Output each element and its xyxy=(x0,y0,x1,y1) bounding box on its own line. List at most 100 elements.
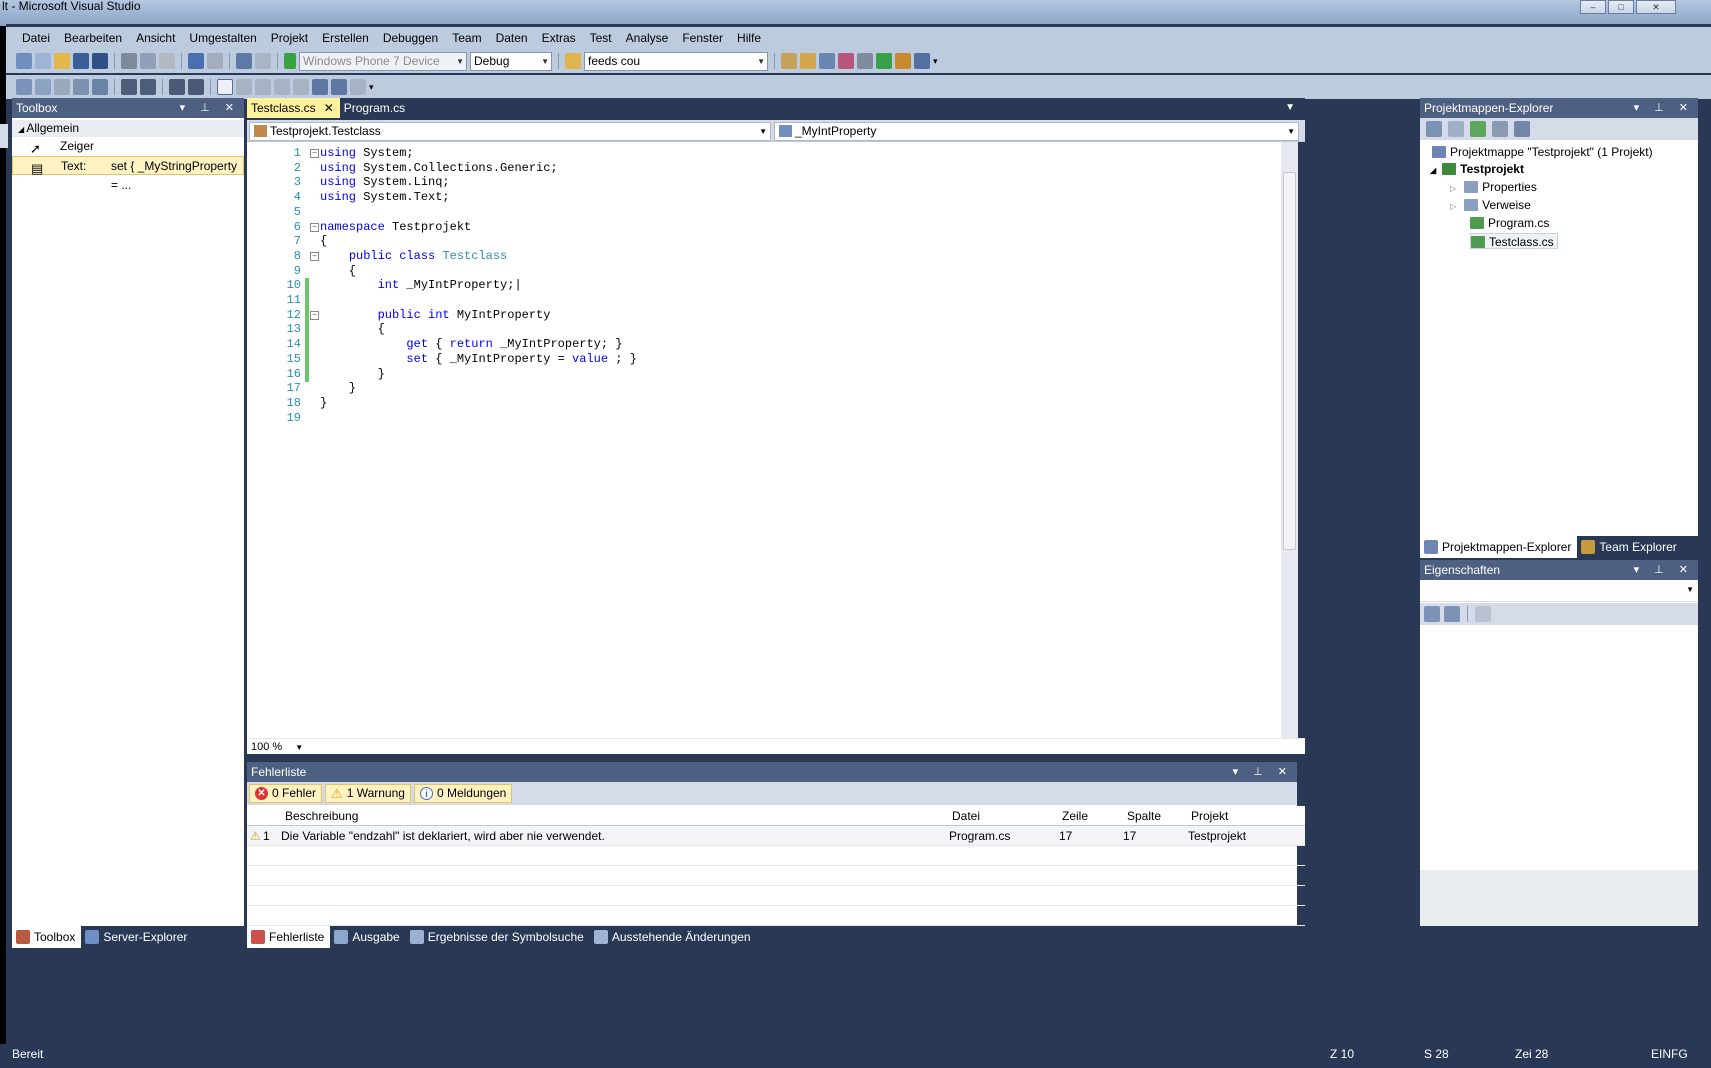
start-page-icon[interactable] xyxy=(895,53,911,69)
doc-tab-program[interactable]: Program.cs xyxy=(340,98,411,118)
toolbox-item-pointer[interactable]: ➚ Zeiger xyxy=(12,137,244,156)
doc-tabs-dropdown-icon[interactable]: ▼ xyxy=(1285,98,1295,118)
add-item-icon[interactable] xyxy=(35,53,51,69)
code-editor[interactable]: 1− using System; 2 using System.Collections… xyxy=(247,142,1287,738)
code-line[interactable]: 13 { xyxy=(247,322,1267,338)
menu-bearbeiten[interactable]: Bearbeiten xyxy=(57,27,129,49)
tree-references[interactable]: ▷ Verweise xyxy=(1450,197,1531,213)
quick-info-icon[interactable] xyxy=(54,79,70,95)
parameter-info-icon[interactable] xyxy=(35,79,51,95)
show-all-files-icon[interactable] xyxy=(1448,121,1464,137)
code-line[interactable]: 12− public int MyIntProperty xyxy=(247,307,1267,323)
zoom-select[interactable]: 100 % ▼ xyxy=(251,739,303,756)
alphabetical-icon[interactable] xyxy=(1444,606,1460,622)
bookmark-prev-doc-icon[interactable] xyxy=(312,79,328,95)
menu-daten[interactable]: Daten xyxy=(489,27,535,49)
member-dropdown[interactable]: _MyIntProperty ▼ xyxy=(774,122,1299,141)
cut-icon[interactable] xyxy=(121,53,137,69)
menu-ansicht[interactable]: Ansicht xyxy=(129,27,182,49)
bookmark-next-folder-icon[interactable] xyxy=(293,79,309,95)
tab-team-explorer[interactable]: Team Explorer xyxy=(1577,536,1682,558)
minimize-button[interactable]: – xyxy=(1580,0,1606,14)
complete-word-icon[interactable] xyxy=(73,79,89,95)
tree-solution-root[interactable]: Projektmappe "Testprojekt" (1 Projekt) xyxy=(1432,144,1653,160)
navigate-forward-icon[interactable] xyxy=(255,53,271,69)
save-icon[interactable] xyxy=(73,53,89,69)
member-list-icon[interactable] xyxy=(16,79,32,95)
menu-projekt[interactable]: Projekt xyxy=(264,27,315,49)
code-line[interactable]: 8− public class Testclass xyxy=(247,249,1267,264)
toolbox-group-allgemein[interactable]: ◢ Allgemein xyxy=(12,120,244,137)
menu-team[interactable]: Team xyxy=(445,27,488,49)
tree-properties[interactable]: ▷ Properties xyxy=(1450,179,1537,195)
tools-icon[interactable] xyxy=(857,53,873,69)
maximize-button[interactable]: □ xyxy=(1608,0,1634,14)
solution-header-buttons[interactable]: ▾ ⊥ ✕ xyxy=(1634,98,1694,118)
menu-debuggen[interactable]: Debuggen xyxy=(376,27,445,49)
refresh-icon[interactable] xyxy=(1470,121,1486,137)
undo-icon[interactable] xyxy=(188,53,204,69)
properties-header-buttons[interactable]: ▾ ⊥ ✕ xyxy=(1634,560,1694,580)
decrease-indent-icon[interactable] xyxy=(121,79,137,95)
view-class-diagram-icon[interactable] xyxy=(1492,121,1508,137)
increase-indent-icon[interactable] xyxy=(140,79,156,95)
comment-icon[interactable] xyxy=(169,79,185,95)
save-all-icon[interactable] xyxy=(92,53,108,69)
bookmark-next-doc-icon[interactable] xyxy=(331,79,347,95)
collapse-icon[interactable]: − xyxy=(310,222,319,232)
menu-extras[interactable]: Extras xyxy=(535,27,583,49)
code-line[interactable]: 15 set { _MyIntProperty = value ; } xyxy=(247,351,1267,367)
display-parameter-icon[interactable] xyxy=(92,79,108,95)
property-pages-icon[interactable] xyxy=(1475,606,1491,622)
menu-fenster[interactable]: Fenster xyxy=(675,27,730,49)
bookmark-clear-icon[interactable] xyxy=(350,79,366,95)
find-combo[interactable]: feeds cou ▼ xyxy=(584,51,768,71)
device-select[interactable]: Windows Phone 7 Device ▼ xyxy=(299,51,467,71)
navigate-icon[interactable] xyxy=(236,53,252,69)
filter-errors-button[interactable]: ✕ 0 Fehler xyxy=(249,784,323,803)
tab-toolbox[interactable]: Toolbox xyxy=(12,926,82,948)
menu-analyse[interactable]: Analyse xyxy=(619,27,676,49)
code-line[interactable]: 2 using System.Collections.Generic; xyxy=(247,161,1267,176)
command-window-icon[interactable] xyxy=(914,53,930,69)
new-project-icon[interactable] xyxy=(16,53,32,69)
collapse-icon[interactable]: − xyxy=(310,310,319,320)
filter-messages-button[interactable]: i0 Meldungen xyxy=(413,784,513,803)
open-folder-icon[interactable] xyxy=(54,53,70,69)
code-line[interactable]: 7{ xyxy=(247,234,1267,249)
extension-manager-icon[interactable] xyxy=(876,53,892,69)
code-line[interactable]: 3 using System.Linq; xyxy=(247,175,1267,190)
code-line[interactable]: 4 using System.Text; xyxy=(247,190,1267,205)
table-row[interactable]: ⚠ 1 Die Variable "endzahl" ist deklarier… xyxy=(247,826,1305,846)
type-dropdown[interactable]: Testprojekt.Testclass ▼ xyxy=(249,122,771,141)
tab-symbol-results[interactable]: Ergebnisse der Symbolsuche xyxy=(406,926,590,948)
solution-explorer-icon[interactable] xyxy=(781,53,797,69)
code-line[interactable]: 18} xyxy=(247,396,1267,411)
config-select[interactable]: Debug ▼ xyxy=(470,51,552,71)
code-line[interactable]: 1− using System; xyxy=(247,146,1267,161)
column-header[interactable]: Zeile xyxy=(1062,806,1088,826)
bookmark-prev-folder-icon[interactable] xyxy=(274,79,290,95)
code-line[interactable]: 11 xyxy=(247,293,1267,308)
menu-umgestalten[interactable]: Umgestalten xyxy=(182,27,263,49)
filter-warnings-button[interactable]: ⚠ 1 Warnung xyxy=(325,784,411,803)
bookmark-prev-icon[interactable] xyxy=(236,79,252,95)
redo-icon[interactable] xyxy=(207,53,223,69)
code-line[interactable]: 9 { xyxy=(247,264,1267,279)
code-line[interactable]: 14 get { return _MyIntProperty; } xyxy=(247,337,1267,353)
copy-icon[interactable] xyxy=(140,53,156,69)
errorlist-header-buttons[interactable]: ▾ ⊥ ✕ xyxy=(1233,762,1293,782)
toolbar-overflow-icon[interactable]: ▾ xyxy=(933,56,938,67)
collapse-icon[interactable]: − xyxy=(310,251,319,261)
properties-icon[interactable] xyxy=(1426,121,1442,137)
find-in-files-icon[interactable] xyxy=(565,53,581,69)
close-tab-icon[interactable]: ✕ xyxy=(324,101,334,115)
view-code-icon[interactable] xyxy=(1514,121,1530,137)
paste-icon[interactable] xyxy=(159,53,175,69)
tab-server-explorer[interactable]: Server-Explorer xyxy=(81,926,193,948)
menu-test[interactable]: Test xyxy=(583,27,619,49)
tree-testclass-cs[interactable]: Testclass.cs xyxy=(1470,233,1558,249)
column-header[interactable]: Beschreibung xyxy=(285,806,358,826)
collapse-icon[interactable]: − xyxy=(310,149,319,158)
menu-hilfe[interactable]: Hilfe xyxy=(730,27,768,49)
